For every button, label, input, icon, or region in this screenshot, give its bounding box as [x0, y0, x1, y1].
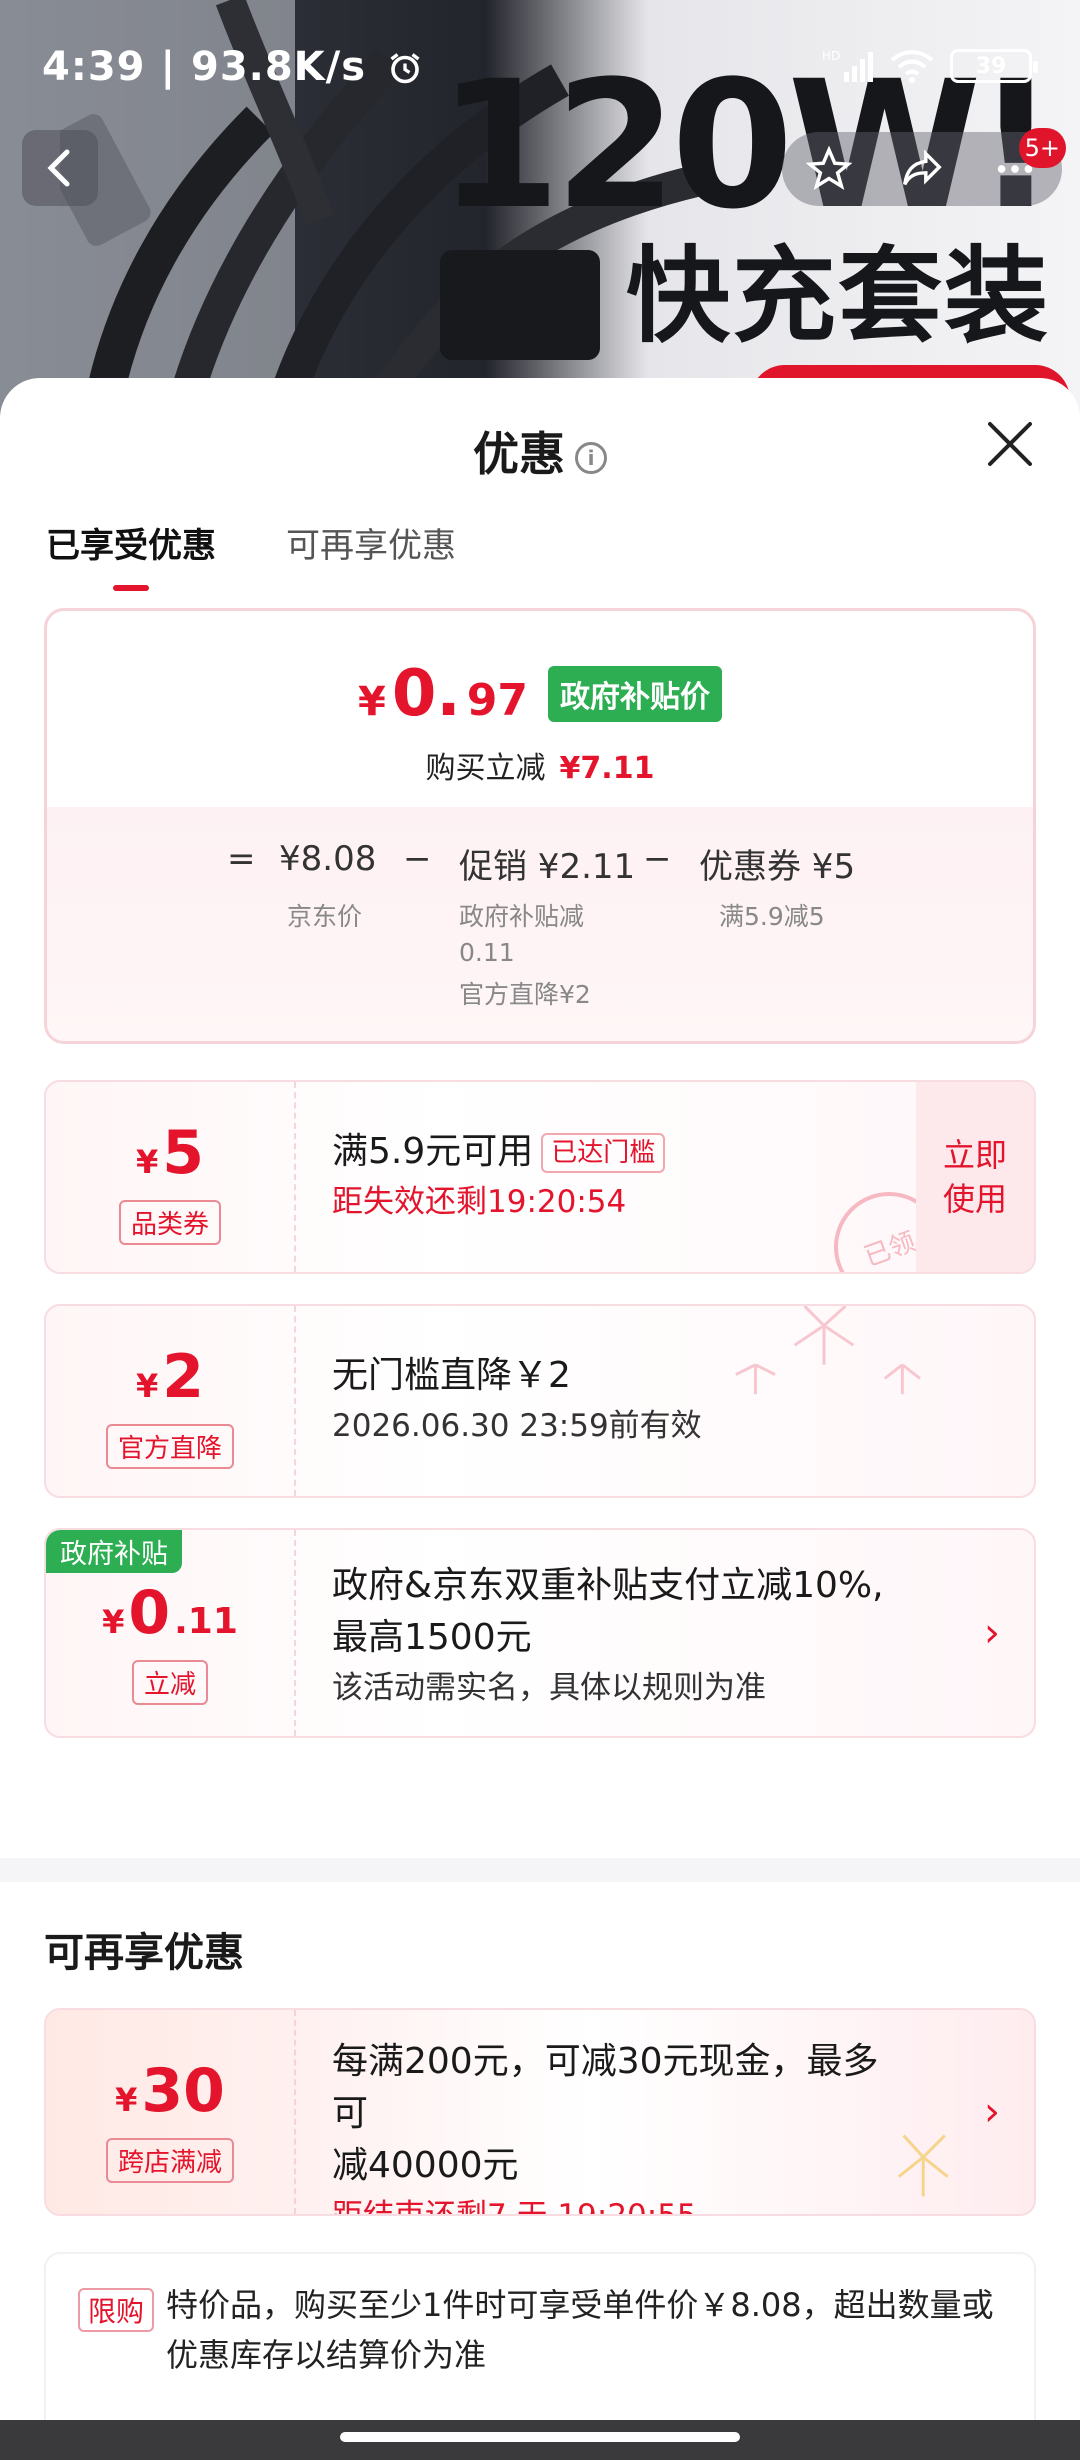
coupon-title-line-1: 每满200元，可减30元现金，最多可 — [332, 2041, 879, 2134]
coupon-amount: 优惠券 ¥5 — [699, 847, 856, 887]
sheet-title-text: 优惠 — [473, 427, 565, 481]
message-badge: 5+ — [1018, 128, 1066, 168]
coupon-value-block: ¥ 0 .11 立减 — [46, 1530, 296, 1736]
coupon-info: 政府&京东双重补贴支付立减10%, 最高1500元 该活动需实名，具体以规则为准 — [332, 1560, 914, 1712]
coupon-number: 2 — [162, 1342, 204, 1412]
chevron-left-icon — [47, 149, 70, 187]
share-icon[interactable] — [899, 146, 945, 192]
coupon-value: ¥ 5 — [46, 1118, 294, 1188]
use-now-button[interactable]: 立即使用 — [916, 1082, 1034, 1272]
jd-price: ¥8.08 — [279, 839, 377, 879]
coupon-number: 5 — [162, 1118, 204, 1188]
coupon-gov-subsidy[interactable]: 政府补贴 ¥ 0 .11 立减 政府&京东双重补贴支付立减10%, 最高1500… — [44, 1528, 1036, 1738]
clock: 4:39 — [42, 44, 146, 90]
save-label: 购买立减 — [425, 751, 546, 786]
back-button[interactable] — [22, 130, 98, 206]
currency-symbol: ¥ — [102, 1603, 125, 1641]
chevron-right-icon: › — [984, 2089, 1000, 2135]
currency-symbol: ¥ — [135, 1143, 159, 1181]
promo-amount: 促销 ¥2.11 — [459, 847, 636, 887]
coupon-category: ¥ 5 品类券 满5.9元可用 已达门槛 距失效还剩19:20:54 已领 立即使… — [44, 1080, 1036, 1274]
network-speed: 93.8K/s — [190, 44, 367, 90]
price-decimal: 97 — [466, 675, 528, 726]
sheet-title: 优惠 i — [0, 418, 1080, 484]
currency-symbol: ¥ — [115, 2081, 138, 2119]
tab-more[interactable]: 可再享优惠 — [286, 518, 456, 591]
coupon-info: 无门槛直降￥2 2026.06.30 23:59前有效 — [332, 1350, 914, 1450]
coupon-kind: 立减 — [131, 1660, 209, 1705]
threshold-reached-tag: 已达门槛 — [541, 1133, 666, 1173]
promo-detail-2: 0.11 — [459, 938, 515, 967]
status-icons: HD 39 — [822, 48, 1038, 84]
coupon-kind: 品类券 — [118, 1200, 222, 1245]
signal-icon: HD — [822, 49, 873, 82]
coupon-validity: 2026.06.30 23:59前有效 — [332, 1408, 702, 1444]
coupon-value-block: ¥ 5 品类券 — [46, 1082, 296, 1272]
chevron-right-icon: › — [984, 1610, 1000, 1656]
coupon-decimal: .11 — [174, 1601, 238, 1642]
section-divider — [0, 1858, 1080, 1882]
promo-detail-1: 政府补贴减 — [459, 902, 585, 931]
coupon-cross-store[interactable]: ¥ 30 跨店满减 每满200元，可减30元现金，最多可 减40000元 距结束… — [44, 2008, 1036, 2216]
coupon-info: 满5.9元可用 已达门槛 距失效还剩19:20:54 — [332, 1126, 914, 1226]
banner-headline-2: 快充套装 — [625, 235, 1050, 357]
coupon-countdown: 距失效还剩19:20:54 — [332, 1184, 627, 1220]
coupon-title-line-2: 最高1500元 — [332, 1617, 532, 1658]
coupon-title-text: 满5.9元可用 — [332, 1131, 534, 1172]
minus-sign: − — [403, 839, 432, 879]
price-integer: 0. — [391, 657, 461, 731]
promo-detail-3: 官方直降¥2 — [459, 980, 591, 1009]
coupon-value: ¥ 30 — [46, 2056, 294, 2126]
status-bar: 4:39 | 93.8K/s HD 39 — [0, 0, 1080, 130]
minus-sign: − — [643, 839, 672, 879]
separator: | — [160, 44, 191, 90]
status-time: 4:39 | 93.8K/s — [42, 44, 423, 90]
final-price-block: ¥ 0. 97 政府补贴价 购买立减 ¥7.11 — [47, 611, 1033, 807]
coupon-number: 30 — [141, 2056, 225, 2126]
jd-price-label: 京东价 — [287, 902, 363, 931]
coupon-info: 每满200元，可减30元现金，最多可 减40000元 距结束还剩7 天 19:2… — [332, 2036, 914, 2216]
coupon-title-line-1: 政府&京东双重补贴支付立减10%, — [332, 1565, 884, 1606]
coupon-official-discount: ¥ 2 官方直降 无门槛直降￥2 2026.06.30 23:59前有效 — [44, 1304, 1036, 1498]
coupon-detail: 满5.9减5 — [719, 902, 825, 931]
final-price: ¥ 0. 97 政府补贴价 — [47, 657, 1033, 731]
coupon-kind: 官方直降 — [105, 1424, 235, 1469]
info-icon[interactable]: i — [575, 441, 607, 474]
equals-sign: = — [227, 839, 256, 879]
use-now-label: 立即使用 — [942, 1136, 1007, 1218]
discount-tabs: 已享受优惠 可再享优惠 — [46, 518, 456, 591]
coupon-number: 0 — [128, 1578, 171, 1648]
coupon-value-block: ¥ 30 跨店满减 — [46, 2010, 296, 2214]
coupon-kind: 跨店满减 — [105, 2138, 235, 2183]
limit-tag: 限购 — [78, 2288, 155, 2332]
limit-note-text: 特价品，购买至少1件时可享受单件价￥8.08，超出数量或优惠库存以结算价为准 — [166, 2286, 994, 2374]
coupon-title: 满5.9元可用 已达门槛 — [332, 1126, 914, 1178]
coupon-value: ¥ 2 — [46, 1342, 294, 1412]
gov-subsidy-tag: 政府补贴价 — [547, 666, 722, 722]
wifi-icon — [890, 50, 934, 83]
coupon-value-block: ¥ 2 官方直降 — [46, 1306, 296, 1496]
tab-enjoyed[interactable]: 已享受优惠 — [46, 518, 216, 591]
coupon-countdown: 距结束还剩7 天 19:20:55 — [332, 2198, 697, 2216]
price-summary-card: ¥ 0. 97 政府补贴价 购买立减 ¥7.11 = ¥8.08 − 促销 ¥2.… — [44, 608, 1036, 1044]
currency-symbol: ¥ — [358, 679, 386, 725]
battery-icon: 39 — [950, 49, 1038, 83]
price-breakdown: = ¥8.08 − 促销 ¥2.11 − 优惠券 ¥5 京东价 政府补贴减 0.… — [47, 807, 1033, 1041]
coupon-rule-note: 该活动需实名，具体以规则为准 — [332, 1670, 766, 1706]
instant-save-line: 购买立减 ¥7.11 — [47, 743, 1033, 787]
coupon-title: 无门槛直降￥2 — [332, 1355, 571, 1396]
coupon-title-line-2: 减40000元 — [332, 2145, 519, 2186]
close-icon[interactable] — [984, 418, 1036, 470]
home-indicator[interactable] — [0, 2420, 1080, 2460]
coupon-value: ¥ 0 .11 — [46, 1578, 294, 1648]
alarm-icon — [390, 53, 420, 84]
currency-symbol: ¥ — [135, 1367, 159, 1405]
svg-text:HD: HD — [822, 49, 840, 63]
favorite-icon[interactable] — [805, 146, 852, 192]
more-discounts-title: 可再享优惠 — [44, 1930, 244, 1976]
save-amount: ¥7.11 — [559, 751, 655, 786]
